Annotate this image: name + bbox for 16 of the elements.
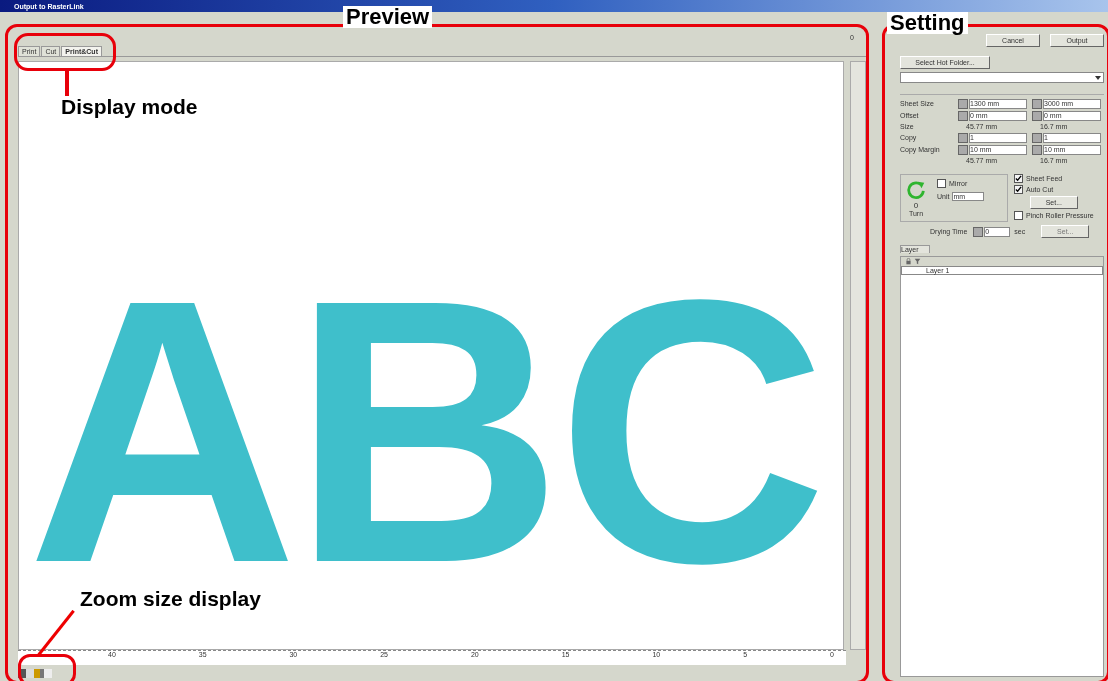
zoom-control[interactable]: [18, 668, 52, 678]
artwork-text: ABC: [27, 281, 822, 581]
rotate-icon[interactable]: [905, 179, 927, 201]
callout-label: Setting: [887, 12, 968, 34]
callout-label: Preview: [343, 6, 433, 28]
checkbox[interactable]: [1014, 174, 1023, 183]
callout-label: Zoom size display: [77, 588, 264, 609]
turn-value: 0: [913, 201, 919, 210]
spin-icon[interactable]: [973, 226, 984, 237]
vertical-scrollbar[interactable]: [850, 61, 866, 650]
callout-label: Display mode: [60, 96, 199, 117]
checkbox[interactable]: [937, 179, 946, 188]
lock-icon[interactable]: [905, 258, 912, 265]
checkbox[interactable]: [1014, 185, 1023, 194]
dropdown-arrow-icon[interactable]: [1095, 76, 1101, 80]
checkbox[interactable]: [1014, 211, 1023, 220]
